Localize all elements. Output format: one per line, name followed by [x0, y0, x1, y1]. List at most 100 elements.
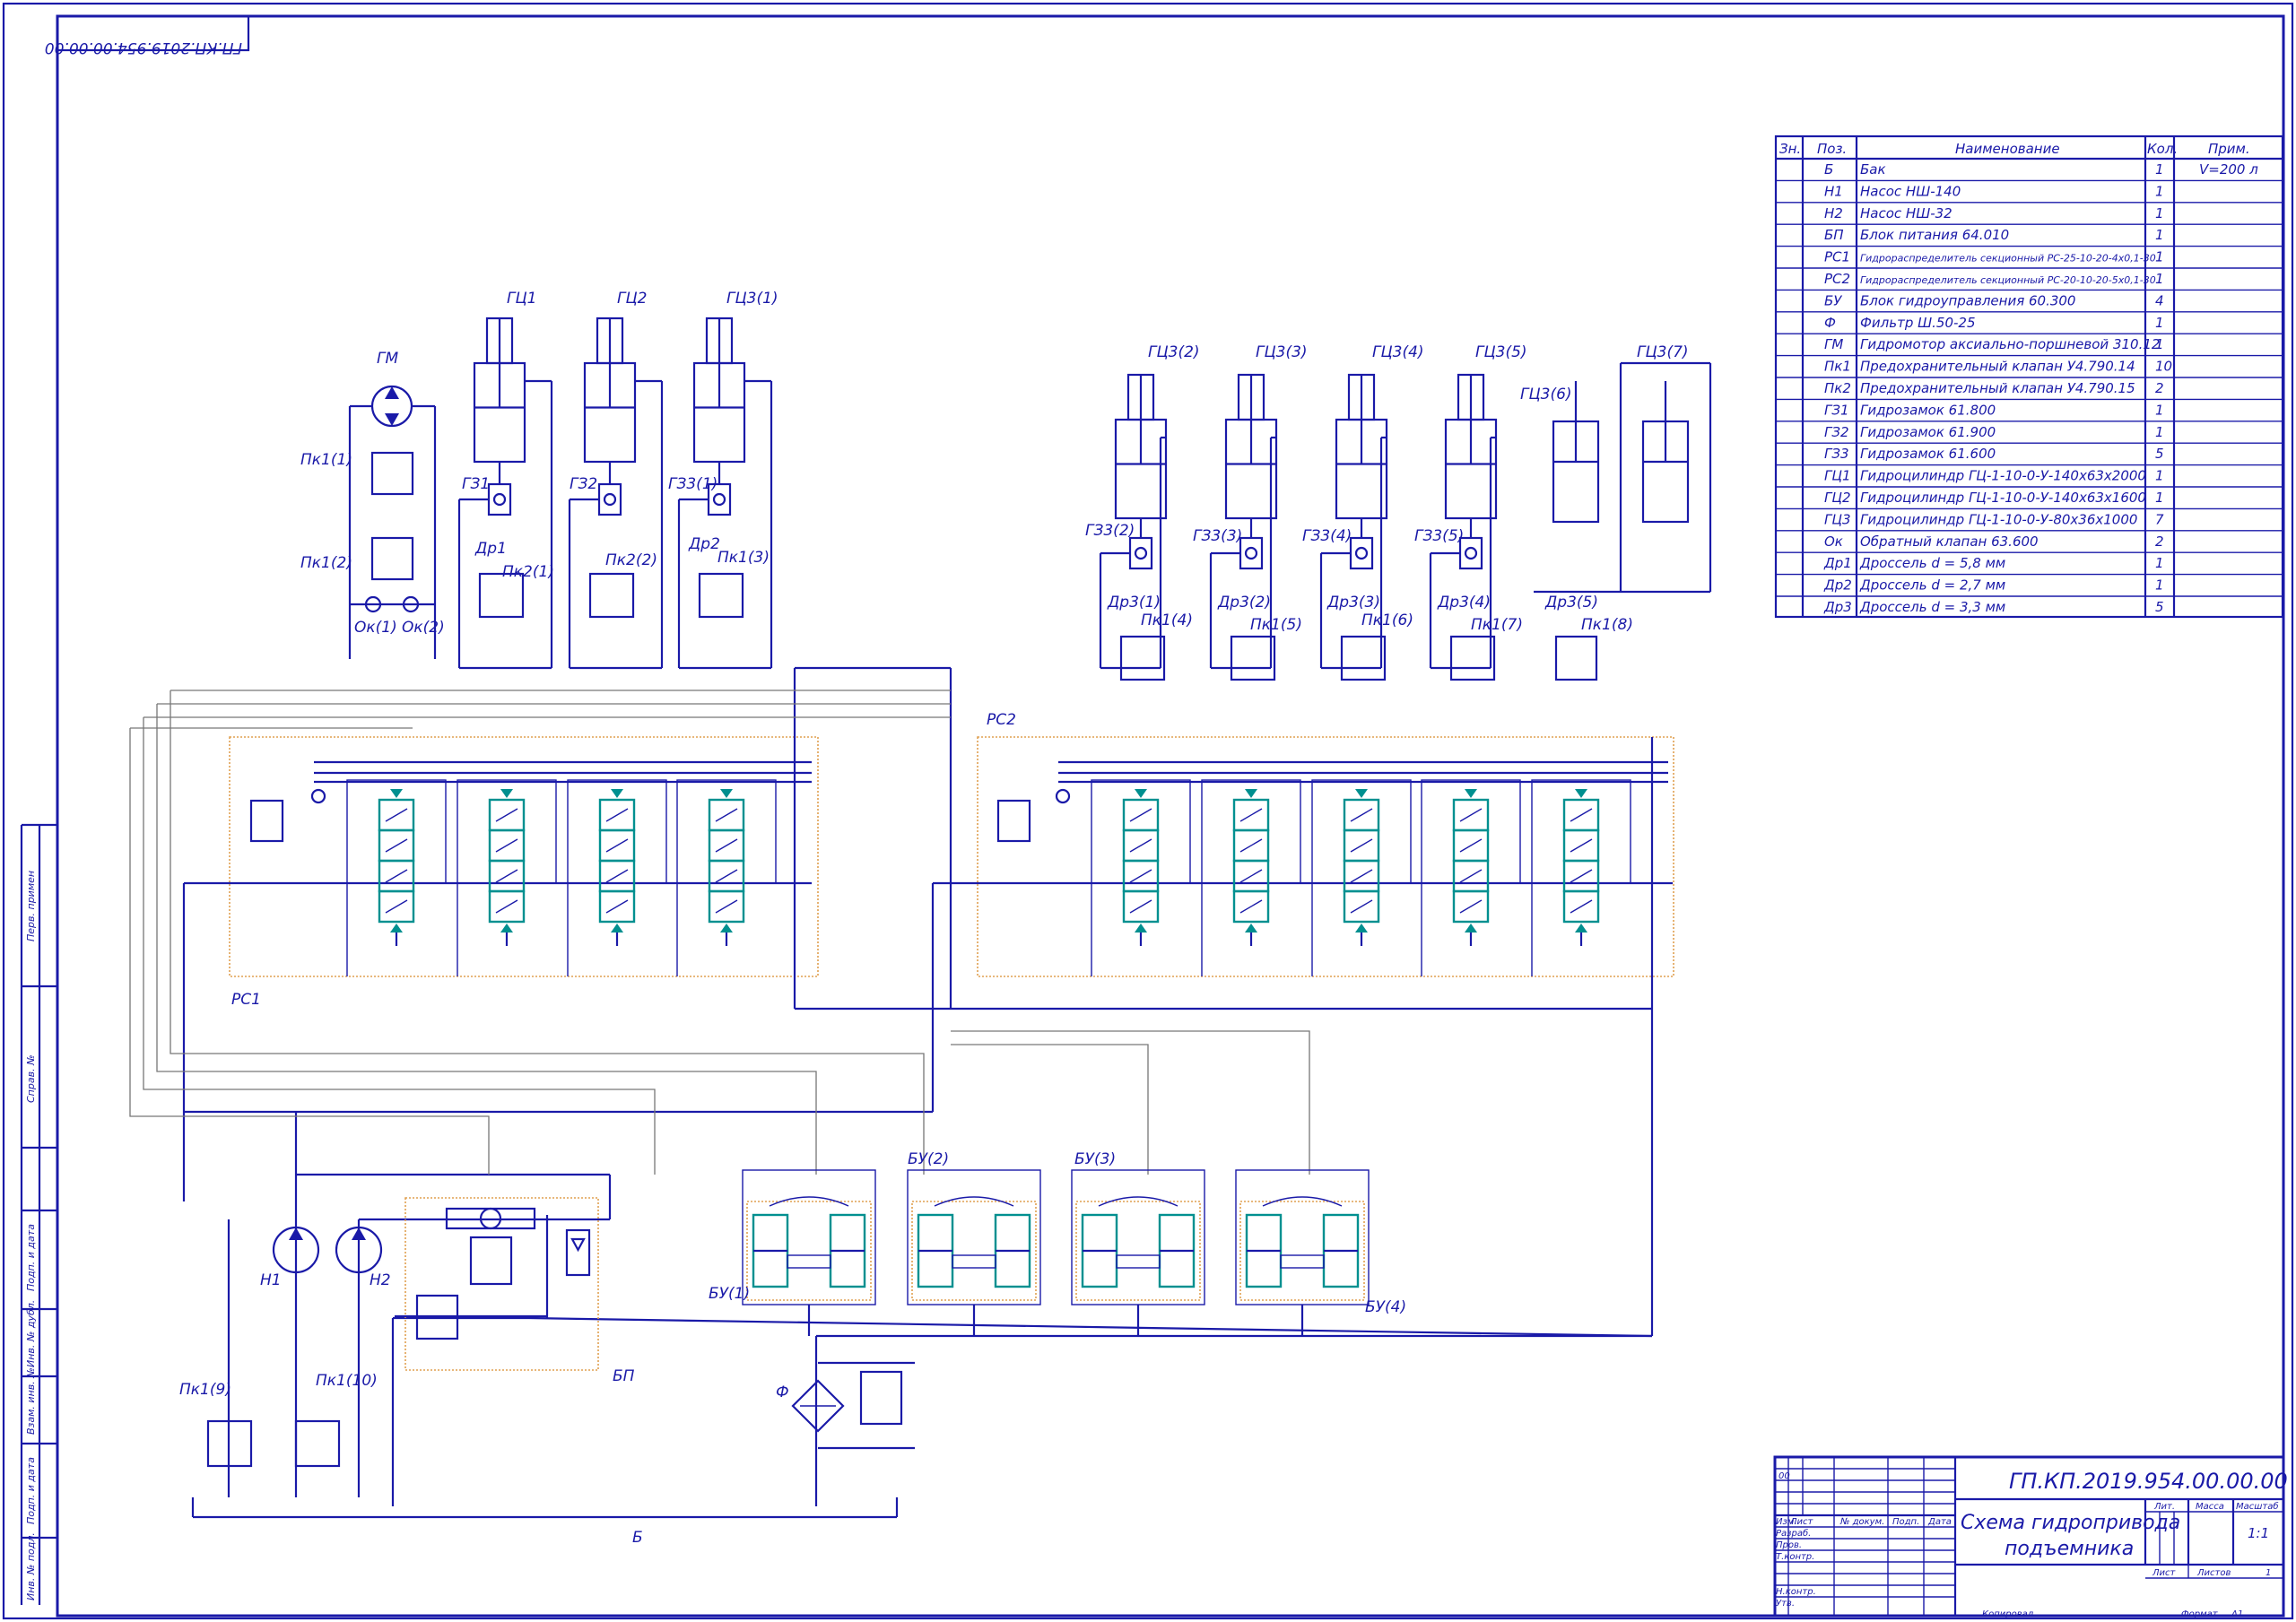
spec-table: Зн. Поз. Наименование Кол. Прим. Б Бак 1 V=… [1774, 134, 2284, 619]
rs1-section [346, 779, 447, 976]
title-scale-header: Масштаб [2236, 1501, 2279, 1512]
side-label-4: Инв. № дубл. [25, 1300, 37, 1367]
rs2-section [1311, 779, 1412, 976]
spec-row-qty: 1 [2155, 227, 2164, 243]
rotated-code: ГП.КП.2019.954.00.00.00 [45, 39, 242, 56]
control-block-bu1 [742, 1169, 876, 1336]
label-f: Ф [776, 1383, 789, 1401]
label-gz3-4: ГЗ3(4) [1302, 527, 1352, 545]
spec-header-qty: Кол. [2147, 141, 2178, 157]
label-dr3-3: Др3(3) [1326, 594, 1380, 612]
label-pk1-7: Пк1(7) [1471, 616, 1523, 634]
side-stamp: Перв. примен Справ. № Подп. и дата Инв. … [20, 823, 57, 1605]
label-gc3-7: ГЦ3(7) [1637, 343, 1689, 361]
spec-row-pos: Др2 [1823, 577, 1852, 594]
label-gz3-2: ГЗ3(2) [1085, 522, 1135, 540]
cylinder-gc1 [457, 317, 553, 670]
spec-row-name: Блок питания 64.010 [1860, 227, 2009, 243]
title-col-doc: № докум. [1839, 1517, 1884, 1527]
title-role-prov: Пров. [1776, 1540, 1802, 1550]
rs2-section [1091, 779, 1191, 976]
spec-row-pos: Пк2 [1824, 380, 1851, 396]
label-gz3-5: ГЗ3(5) [1414, 527, 1464, 545]
label-bp: БП [613, 1367, 635, 1385]
spec-row-name: Бак [1860, 161, 1886, 178]
spec-row-name: Обратный клапан 63.600 [1860, 533, 2039, 550]
main-pressure-lines [182, 666, 1654, 1519]
label-gc3-3: ГЦ3(3) [1256, 343, 1308, 361]
label-dr3-1: Др3(1) [1107, 594, 1161, 612]
spec-row-qty: 1 [2155, 468, 2164, 484]
spec-row-name: Предохранительный клапан У4.790.14 [1860, 359, 2135, 375]
label-gz1: ГЗ1 [462, 475, 490, 493]
label-ok2: Ок(2) [402, 619, 445, 637]
control-block-bu4 [1235, 1169, 1370, 1336]
spec-row-qty: 5 [2155, 446, 2164, 462]
spec-row-qty: 1 [2155, 555, 2164, 571]
spec-row-qty: 1 [2155, 249, 2164, 265]
label-rs2: РС2 [987, 711, 1016, 729]
label-pk1-2: Пк1(2) [300, 554, 352, 572]
spec-row-pos: БП [1824, 227, 1844, 243]
label-bu2: БУ(2) [908, 1150, 949, 1168]
relief-valve-pk1-10 [294, 1419, 341, 1468]
spec-row-qty: 1 [2155, 402, 2164, 418]
label-b: Б [632, 1529, 643, 1547]
title-copied: Копировал [1982, 1609, 2034, 1619]
spec-row-pos: ГЗ1 [1824, 402, 1849, 418]
hydraulic-scheme-drawing: ГП.КП.2019.954.00.00.00 Перв. примен Спр… [2, 2, 2294, 1620]
title-col-podp: Подп. [1892, 1517, 1919, 1527]
spec-header-name: Наименование [1955, 141, 2060, 157]
title-col-date: Дата [1927, 1517, 1952, 1527]
spec-row-note: V=200 л [2199, 161, 2258, 178]
label-pk1-3: Пк1(3) [718, 549, 770, 567]
label-pk2-1: Пк2(1) [502, 563, 554, 581]
title-mass-header: Масса [2196, 1502, 2224, 1512]
side-label-6: Подп. и дата [25, 1457, 37, 1524]
spec-row-pos: Ф [1824, 315, 1836, 331]
spec-row-qty: 2 [2155, 380, 2164, 396]
spec-row-name: Предохранительный клапан У4.790.15 [1860, 380, 2135, 396]
spec-header-note: Прим. [2208, 141, 2250, 157]
spec-row-pos: ГМ [1824, 336, 1843, 352]
title-role-tkontr: Т.контр. [1776, 1552, 1814, 1562]
rs1-section [457, 779, 557, 976]
spec-row-pos: Ок [1824, 533, 1843, 550]
spec-row-pos: ГЦ3 [1824, 511, 1851, 527]
side-label-3: Подп. и дата [25, 1224, 37, 1291]
spec-row-pos: Б [1824, 161, 1833, 178]
cylinder-gc3-1 [677, 317, 773, 670]
left-actuator-group [348, 317, 773, 670]
label-gz2: ГЗ2 [570, 475, 597, 493]
label-dr3-4: Др3(4) [1437, 594, 1491, 612]
power-block-bp [395, 1197, 599, 1371]
spec-row-qty: 1 [2155, 205, 2164, 221]
label-ok1: Ок(1) [354, 619, 397, 637]
label-gm: ГМ [377, 350, 398, 368]
spec-row-qty: 7 [2155, 511, 2164, 527]
title-col-list: Лист [1789, 1517, 1814, 1527]
label-bu4: БУ(4) [1365, 1298, 1406, 1316]
label-bu3: БУ(3) [1074, 1150, 1116, 1168]
spec-row-name: Гидроцилиндр ГЦ-1-10-0-У-140х63х1600 [1860, 490, 2146, 506]
rs2-section [1201, 779, 1301, 976]
rs2-section [1531, 779, 1631, 976]
label-gz3-1: ГЗ3(1) [668, 475, 718, 493]
title-top-cell: 00 [1779, 1471, 1790, 1481]
spec-row-name: Гидроцилиндр ГЦ-1-10-0-У-80х36х1000 [1860, 511, 2137, 527]
spec-row-pos: ГЦ1 [1824, 468, 1851, 484]
title-format-label: Формат [2181, 1609, 2219, 1619]
rs1-section [676, 779, 777, 976]
label-gz3-3: ГЗ3(3) [1193, 527, 1242, 545]
label-pk1-6: Пк1(6) [1361, 612, 1413, 629]
distributor-rs1 [184, 736, 819, 977]
cylinder-gc2 [568, 317, 664, 670]
spec-row-qty: 1 [2155, 490, 2164, 506]
spec-row-pos: Н2 [1824, 205, 1843, 221]
rs1-section [567, 779, 667, 976]
filter-f [791, 1361, 915, 1450]
side-label-5: Взам. инв. № [25, 1367, 37, 1435]
side-label-7: Инв. № подл. [25, 1532, 37, 1600]
spec-row-name: Насос НШ-140 [1860, 183, 1961, 199]
spec-row-qty: 10 [2155, 359, 2172, 375]
